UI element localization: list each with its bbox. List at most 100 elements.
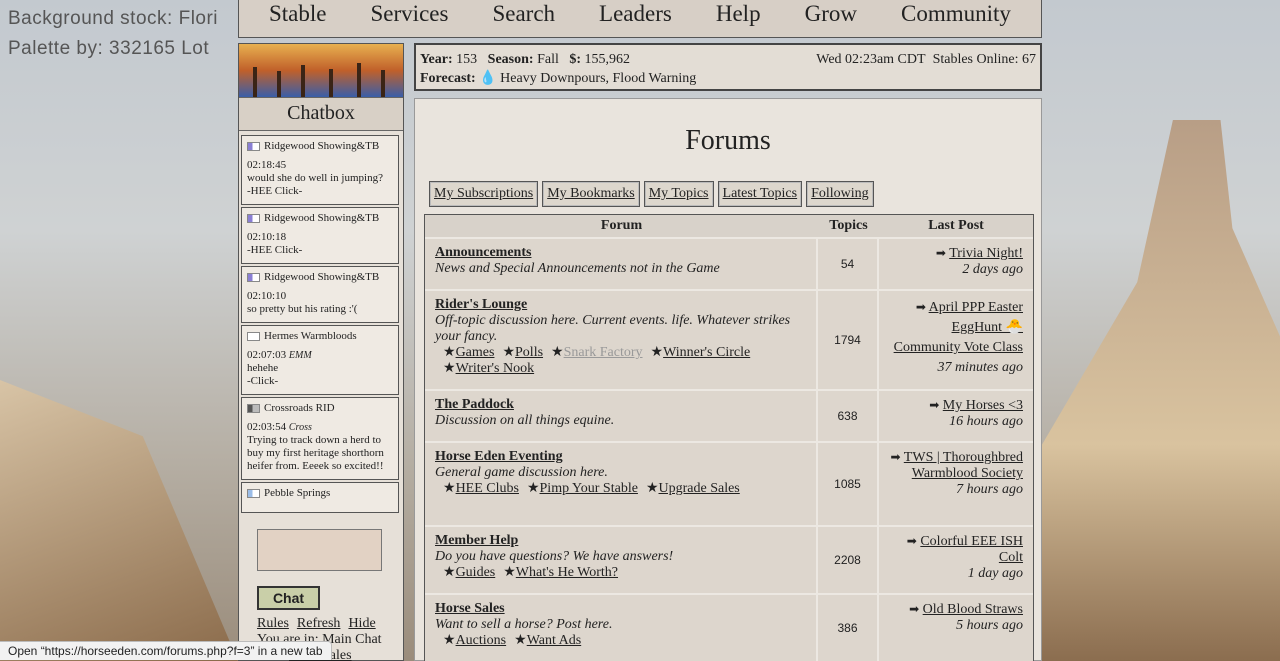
- subforum-link[interactable]: Pimp Your Stable: [540, 481, 638, 496]
- subforum-link[interactable]: HEE Clubs: [456, 481, 519, 496]
- topic-count: 638: [818, 391, 879, 441]
- subforum-list: ★Guides ★What's He Worth?: [443, 565, 619, 580]
- subforum-link[interactable]: What's He Worth?: [516, 565, 618, 580]
- topic-count: 386: [818, 595, 879, 661]
- last-post-link[interactable]: Old Blood Straws: [923, 602, 1023, 617]
- header-topics: Topics: [829, 218, 868, 233]
- hide-link[interactable]: Hide: [348, 616, 375, 631]
- chat-tag: Cross: [288, 422, 312, 433]
- palette-credit: Palette by: 332165 Lot: [8, 38, 210, 59]
- subforum-list: ★Auctions ★Want Ads: [443, 633, 582, 648]
- forum-name-link[interactable]: Rider's Lounge: [435, 297, 806, 313]
- chat-time: 02:03:54: [247, 421, 287, 433]
- chat-message: Ridgewood Showing&TB 02:10:18 -HEE Click…: [241, 207, 399, 264]
- chat-text: hehehe: [247, 362, 279, 374]
- forum-description: Discussion on all things equine.: [435, 413, 615, 428]
- subforum-list: ★Games ★Polls ★Snark Factory ★Winner's Circ…: [443, 345, 751, 376]
- tab-my-topics[interactable]: My Topics: [643, 181, 714, 207]
- forum-description: Want to sell a horse? Post here.: [435, 617, 613, 632]
- year-label: Year:: [420, 52, 453, 67]
- tab-my-subscriptions[interactable]: My Subscriptions: [429, 181, 539, 207]
- chat-text: would she do well in jumping?: [247, 172, 383, 184]
- chat-button[interactable]: Chat: [257, 586, 320, 610]
- chat-username[interactable]: Hermes Warmbloods: [264, 330, 357, 343]
- chat-time: 02:10:10: [247, 290, 287, 302]
- chat-input[interactable]: [257, 529, 382, 571]
- last-post-link[interactable]: April PPP Easter EggHunt 🐣 Community Vot…: [894, 300, 1023, 355]
- nav-leaders[interactable]: Leaders: [599, 1, 672, 37]
- forum-description: Do you have questions? We have answers!: [435, 549, 674, 564]
- forum-name-link[interactable]: Horse Sales: [435, 601, 806, 617]
- last-post-time: 5 hours ago: [956, 618, 1023, 633]
- subforum-link[interactable]: Games: [456, 345, 495, 360]
- nav-search[interactable]: Search: [492, 1, 555, 37]
- forum-tabs: My Subscriptions My Bookmarks My Topics …: [429, 181, 874, 207]
- tab-my-bookmarks[interactable]: My Bookmarks: [542, 181, 640, 207]
- chat-username[interactable]: Ridgewood Showing&TB: [264, 140, 379, 153]
- arrow-right-icon: ➡: [929, 398, 940, 412]
- forum-description: General game discussion here.: [435, 465, 608, 480]
- chat-panel: Chatbox Ridgewood Showing&TB 02:18:45 wo…: [238, 43, 404, 661]
- table-row: Member Help Do you have questions? We hav…: [425, 525, 1033, 593]
- year-value: 153: [456, 52, 478, 67]
- tab-latest-topics[interactable]: Latest Topics: [717, 181, 803, 207]
- chat-username[interactable]: Ridgewood Showing&TB: [264, 271, 379, 284]
- chat-text: so pretty but his rating :'(: [247, 303, 358, 315]
- nav-services[interactable]: Services: [371, 1, 449, 37]
- table-row: Horse Eden Eventing General game discussi…: [425, 441, 1033, 525]
- last-post-link[interactable]: Trivia Night!: [949, 246, 1023, 261]
- subforum-link[interactable]: Want Ads: [527, 633, 581, 648]
- chat-link[interactable]: -HEE Click-: [247, 244, 302, 256]
- forum-name-link[interactable]: The Paddock: [435, 397, 806, 413]
- topic-count: 2208: [818, 527, 879, 593]
- chat-username[interactable]: Pebble Springs: [264, 487, 330, 500]
- table-header: Forum Topics Last Post: [425, 215, 1033, 237]
- forum-name-link[interactable]: Member Help: [435, 533, 806, 549]
- user-flag-icon: [247, 142, 260, 151]
- last-post-link[interactable]: Colorful EEE ISH Colt: [920, 534, 1023, 565]
- chat-link[interactable]: -Click-: [247, 375, 278, 387]
- raindrop-icon: 💧: [479, 71, 497, 86]
- stable-info-bar: Year: 153 Season: Fall $: 155,962 Foreca…: [414, 43, 1042, 91]
- last-post-time: 2 days ago: [962, 262, 1023, 277]
- background-house-left: [0, 380, 238, 661]
- stables-online-link[interactable]: Stables Online: 67: [933, 52, 1036, 67]
- subforum-link[interactable]: Polls: [515, 345, 543, 360]
- subforum-link[interactable]: Auctions: [456, 633, 507, 648]
- chat-message: Ridgewood Showing&TB 02:18:45 would she …: [241, 135, 399, 205]
- nav-community[interactable]: Community: [901, 1, 1011, 37]
- refresh-link[interactable]: Refresh: [297, 616, 341, 631]
- topic-count: 54: [818, 239, 879, 289]
- table-row: Horse Sales Want to sell a horse? Post he…: [425, 593, 1033, 661]
- subforum-link[interactable]: Snark Factory: [564, 345, 643, 360]
- chat-username[interactable]: Ridgewood Showing&TB: [264, 212, 379, 225]
- subforum-link[interactable]: Guides: [456, 565, 496, 580]
- chat-username[interactable]: Crossroads RID: [264, 402, 335, 415]
- arrow-right-icon: ➡: [890, 450, 901, 464]
- chat-messages[interactable]: Ridgewood Showing&TB 02:18:45 would she …: [239, 133, 403, 550]
- nav-grow[interactable]: Grow: [805, 1, 857, 37]
- chat-tag: EMM: [288, 350, 312, 361]
- rules-link[interactable]: Rules: [257, 616, 289, 631]
- forum-name-link[interactable]: Horse Eden Eventing: [435, 449, 806, 465]
- subforum-link[interactable]: Writer's Nook: [456, 361, 535, 376]
- user-flag-icon: [247, 332, 260, 341]
- chat-message: Pebble Springs: [241, 482, 399, 513]
- last-post-link[interactable]: TWS | Thoroughbred Warmblood Society: [904, 450, 1023, 481]
- background-house-right: [1042, 120, 1280, 661]
- chat-link[interactable]: -HEE Click-: [247, 185, 302, 197]
- top-nav: Stable Services Search Leaders Help Grow…: [238, 0, 1042, 38]
- table-row: The Paddock Discussion on all things equi…: [425, 389, 1033, 441]
- last-post-time: 1 day ago: [967, 566, 1023, 581]
- autumn-banner: [239, 44, 403, 97]
- nav-help[interactable]: Help: [716, 1, 761, 37]
- subforum-link[interactable]: Upgrade Sales: [659, 481, 740, 496]
- forum-name-link[interactable]: Announcements: [435, 245, 806, 261]
- forum-description: News and Special Announcements not in th…: [435, 261, 720, 276]
- nav-stable[interactable]: Stable: [269, 1, 327, 37]
- season-label: Season:: [487, 52, 534, 67]
- subforum-link[interactable]: Winner's Circle: [663, 345, 750, 360]
- tab-following[interactable]: Following: [806, 181, 874, 207]
- user-flag-icon: [247, 404, 260, 413]
- last-post-link[interactable]: My Horses <3: [943, 398, 1023, 413]
